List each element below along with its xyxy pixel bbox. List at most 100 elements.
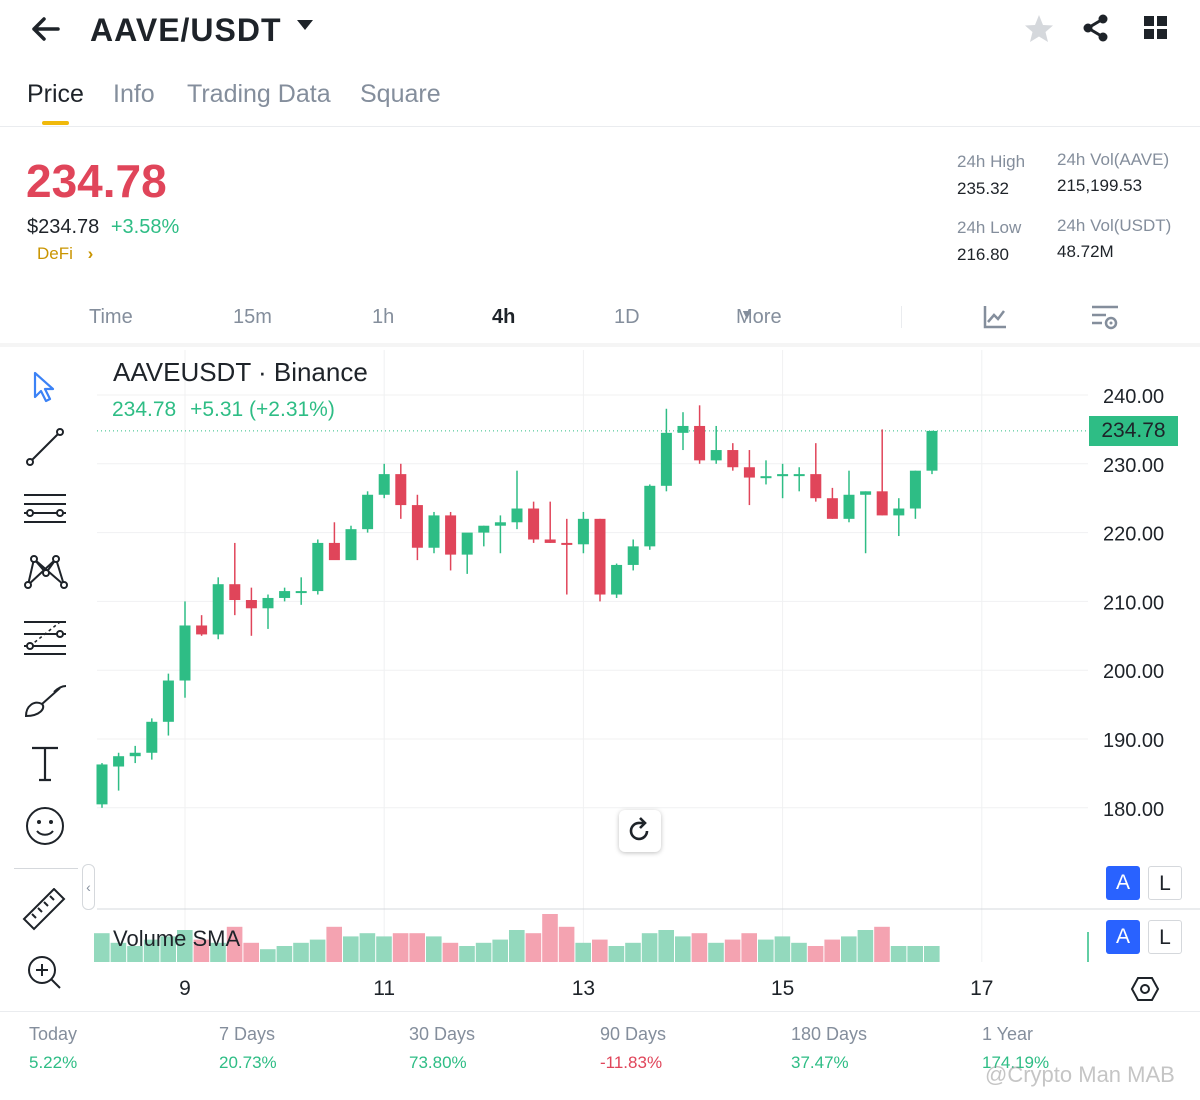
grid-menu-icon[interactable] <box>1142 14 1170 42</box>
tab-trading-data[interactable]: Trading Data <box>187 80 331 109</box>
volume-bar <box>293 942 309 962</box>
chart-settings-icon[interactable] <box>1090 302 1120 332</box>
category-label: DeFi <box>37 244 73 263</box>
candle-body <box>262 597 274 609</box>
volume-bar <box>741 933 757 962</box>
volume-bar <box>890 946 907 962</box>
x-tick-label: 11 <box>373 977 395 1000</box>
candle-body <box>245 600 257 609</box>
price-change-pct: +3.58% <box>110 216 180 238</box>
candle-body <box>196 625 208 635</box>
perf-value-today: 5.22% <box>29 1053 78 1072</box>
candle-body <box>445 515 457 555</box>
low-label: 24h Low <box>957 218 1022 237</box>
back-arrow-icon[interactable] <box>28 12 62 46</box>
current-price-tag: 234.78 <box>1089 416 1178 446</box>
chart-grid <box>97 350 1200 962</box>
tab-info[interactable]: Info <box>113 80 155 109</box>
pair-selector[interactable]: AAVE/USDT <box>90 10 314 50</box>
candle-body <box>793 474 805 477</box>
y-tick-label: 210.00 <box>1103 592 1164 614</box>
interval-1h[interactable]: 1h <box>372 306 394 329</box>
usd-price: $234.78 <box>27 216 100 238</box>
candle-body <box>146 721 158 753</box>
candle-body <box>860 491 872 495</box>
perf-value-30d: 73.80% <box>409 1053 467 1072</box>
interval-time[interactable]: Time <box>89 306 133 329</box>
volume-bar <box>874 926 890 962</box>
y-tick-label: 200.00 <box>1103 661 1164 683</box>
interval-15m[interactable]: 15m <box>233 306 272 329</box>
volume-bar <box>575 942 591 962</box>
perf-label-7d: 7 Days <box>219 1024 276 1044</box>
candle-body <box>494 522 506 526</box>
candle-body <box>694 425 706 461</box>
volume-bar <box>592 939 608 962</box>
x-tick-label: 13 <box>572 977 595 1000</box>
y-tick-label: 190.00 <box>1103 730 1164 752</box>
volume-bar <box>791 942 807 962</box>
volume-auto-scale-button[interactable]: A <box>1106 920 1140 954</box>
x-tick-label: 9 <box>179 977 191 1000</box>
volume-bar <box>442 942 459 962</box>
interval-1d[interactable]: 1D <box>614 306 640 329</box>
high-value: 235.32 <box>957 179 1009 198</box>
volume-bar <box>359 933 376 962</box>
candle-body <box>926 430 938 471</box>
y-tick-label: 180.00 <box>1103 799 1164 821</box>
auto-scale-button[interactable]: A <box>1106 866 1140 900</box>
volume-bar <box>542 914 558 962</box>
indicator-icon[interactable] <box>982 304 1008 330</box>
volume-bar <box>857 930 874 962</box>
volume-bar <box>509 930 525 962</box>
candle-body <box>428 515 440 548</box>
candles-layer <box>96 405 938 808</box>
share-icon[interactable] <box>1080 12 1112 44</box>
vol-quote-label: 24h Vol(USDT) <box>1057 216 1172 235</box>
candle-body <box>710 450 722 461</box>
candle-body <box>777 474 789 477</box>
candle-body <box>345 529 357 561</box>
vol-base-label: 24h Vol(AAVE) <box>1057 150 1170 169</box>
tab-square[interactable]: Square <box>360 80 441 109</box>
star-icon[interactable] <box>1022 12 1056 46</box>
chart-legend: 234.78 +5.31 (+2.31%) <box>112 398 335 422</box>
tab-price[interactable]: Price <box>27 80 84 109</box>
candle-body <box>212 584 224 635</box>
volume-bar <box>608 946 625 962</box>
candlestick-chart[interactable]: 240.00 230.00 220.00 210.00 200.00 190.00 180.… <box>0 350 1200 1000</box>
candle-body <box>893 508 905 516</box>
volume-bar <box>459 946 475 962</box>
perf-label-180d: 180 Days <box>791 1024 868 1044</box>
candle-body <box>528 508 540 540</box>
candle-body <box>312 542 324 592</box>
candle-body <box>810 474 822 499</box>
perf-label-30d: 30 Days <box>409 1024 476 1044</box>
candle-body <box>843 494 855 519</box>
volume-log-scale-button[interactable]: L <box>1148 920 1182 954</box>
chart-settings-hex-icon[interactable] <box>1130 974 1160 1004</box>
high-label: 24h High <box>957 152 1026 171</box>
volume-bar <box>724 939 741 962</box>
perf-label-today: Today <box>29 1024 78 1044</box>
category-link[interactable]: DeFi › <box>37 244 93 264</box>
candle-body <box>677 425 689 433</box>
volume-bar <box>492 939 508 962</box>
volume-bar <box>774 936 791 962</box>
log-scale-button[interactable]: L <box>1148 866 1182 900</box>
pair-title: AAVE/USDT <box>90 11 282 48</box>
volume-bar <box>409 933 425 962</box>
candle-body <box>362 494 374 530</box>
volume-bar <box>658 930 674 962</box>
reset-chart-button[interactable] <box>619 810 661 852</box>
candle-body <box>627 546 639 565</box>
interval-4h[interactable]: 4h <box>492 306 515 329</box>
tabs-divider <box>0 126 1200 127</box>
volume-bar <box>807 946 824 962</box>
dropdown-caret-icon <box>296 18 314 36</box>
volume-bar <box>641 933 658 962</box>
volume-bar <box>426 936 442 962</box>
candle-body <box>179 625 191 681</box>
low-value: 216.80 <box>957 245 1009 264</box>
candle-body <box>577 518 589 545</box>
